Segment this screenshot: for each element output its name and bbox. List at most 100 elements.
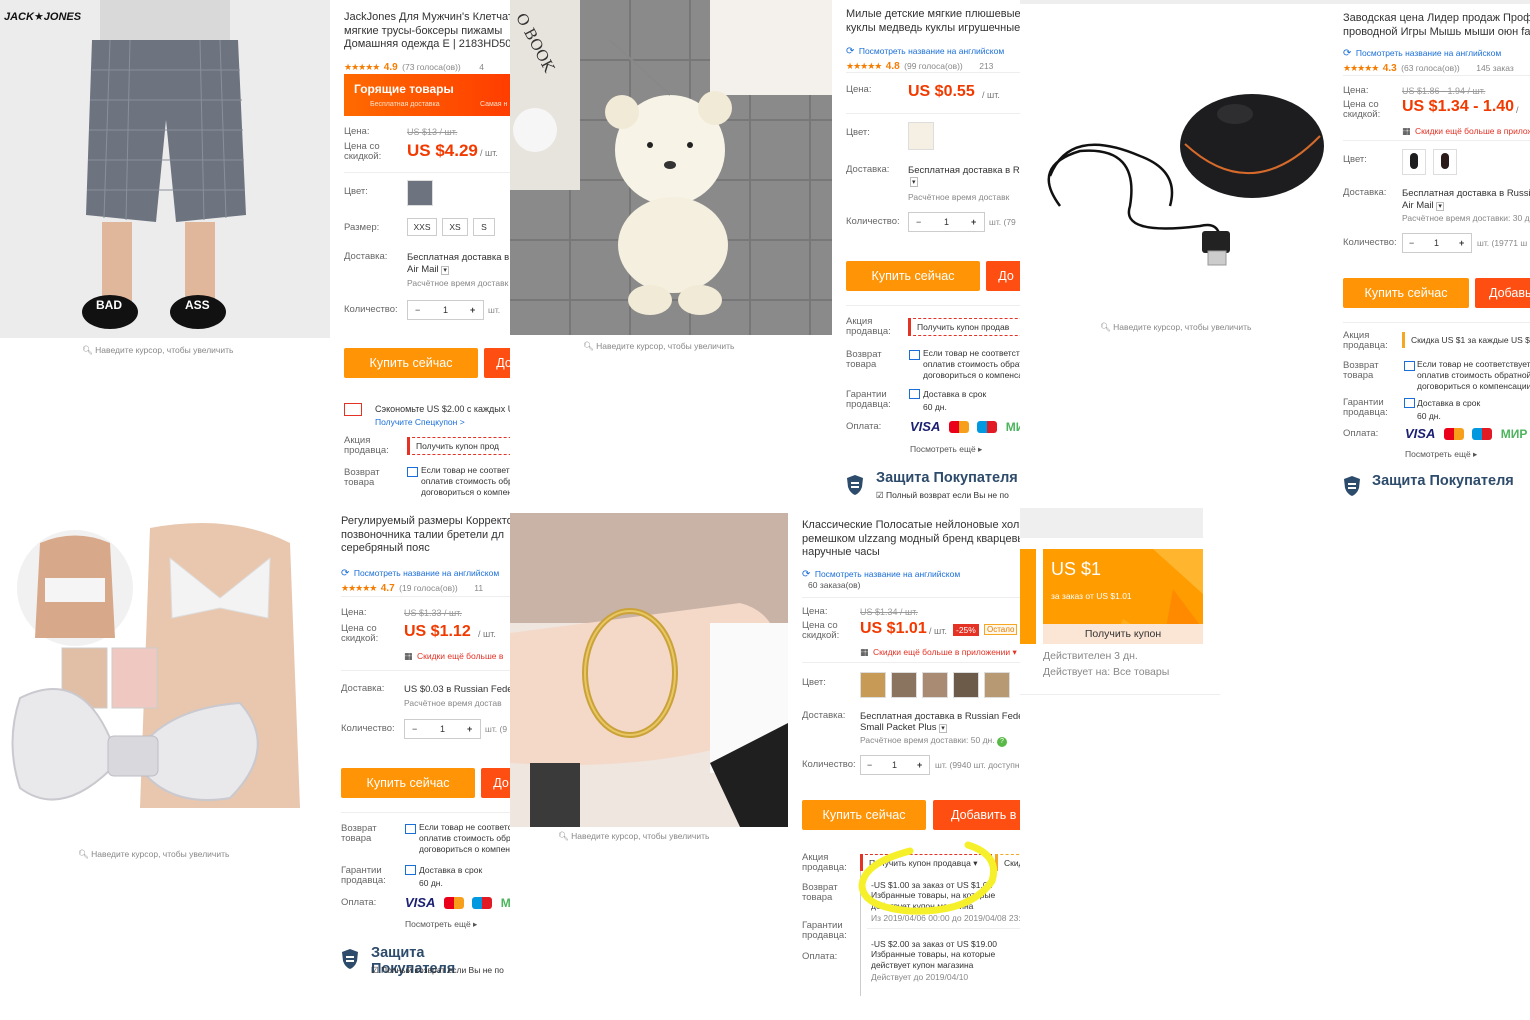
see-more-link[interactable]: Посмотреть ещё ▸ xyxy=(910,444,982,455)
plus-icon[interactable]: + xyxy=(971,213,976,231)
product-title[interactable]: Регулируемый размеры Корректо позвоночни… xyxy=(341,515,510,556)
quantity-stepper[interactable]: − 1 + xyxy=(404,719,481,739)
return-icon xyxy=(407,467,418,477)
seller-discount-badge[interactable]: Скидка US $1 за каждые US $5 xyxy=(1402,332,1530,348)
minus-icon[interactable]: − xyxy=(867,756,872,774)
minus-icon[interactable]: − xyxy=(412,720,417,738)
return-label: Возврат товара xyxy=(846,349,882,370)
buy-now-button[interactable]: Купить сейчас xyxy=(1343,278,1469,308)
qr-code-icon: ▦ xyxy=(404,651,413,661)
posture-corrector-photo xyxy=(0,508,328,830)
zoom-hint: 🔍︎ Наведите курсор, чтобы увеличить xyxy=(558,831,710,841)
divider xyxy=(867,928,1020,929)
color-label: Цвет: xyxy=(1343,154,1367,165)
add-to-cart-button[interactable]: До xyxy=(986,261,1020,291)
size-option-xxs[interactable]: XXS xyxy=(407,218,437,236)
qty-label: Количество: xyxy=(344,304,398,315)
product-title[interactable]: Заводская цена Лидер продаж Профес прово… xyxy=(1343,12,1530,39)
see-more-link[interactable]: Посмотреть ещё ▸ xyxy=(1405,449,1477,460)
color-option-3[interactable] xyxy=(922,672,948,698)
product-image[interactable]: JACK★JONES BAD ASS xyxy=(0,0,330,338)
qty-value[interactable]: 1 xyxy=(443,301,448,319)
product-image[interactable] xyxy=(1020,6,1332,306)
validity-text: Действителен 3 дн. xyxy=(1043,650,1138,662)
qty-value[interactable]: 1 xyxy=(1434,234,1439,252)
plus-icon[interactable]: + xyxy=(1459,234,1464,252)
brand-logo: JACK★JONES xyxy=(4,11,82,23)
votes-count[interactable]: (63 голоса(ов)) xyxy=(1401,63,1460,73)
star-icons: ★★★★★ xyxy=(1343,63,1379,73)
product-title[interactable]: Классические Полосатые нейлоновые холщо … xyxy=(802,519,1020,560)
return-text: Если товар не соответствует оплатив стои… xyxy=(1417,359,1530,391)
quantity-stepper[interactable]: − 1 + xyxy=(908,212,985,232)
quantity-stepper[interactable]: − 1 + xyxy=(407,300,484,320)
qty-value[interactable]: 1 xyxy=(944,213,949,231)
delivery-method[interactable]: Air Mail ▾ xyxy=(407,263,449,277)
add-to-cart-button[interactable]: До xyxy=(481,768,510,798)
old-price: US $13 / шт. xyxy=(407,127,458,137)
buy-now-button[interactable]: Купить сейчас xyxy=(344,348,478,378)
color-option-4[interactable] xyxy=(953,672,979,698)
votes-count[interactable]: (73 голоса(ов)) xyxy=(402,62,461,72)
color-option-2[interactable] xyxy=(891,672,917,698)
guarantee-text: Доставка в срок 60 дн. xyxy=(1417,398,1481,421)
return-text: Если товар не соответствует оплатив стои… xyxy=(421,465,510,497)
plus-icon[interactable]: + xyxy=(467,720,472,738)
color-option-red[interactable] xyxy=(1433,149,1457,175)
delivery-method[interactable]: Small Packet Plus ▾ xyxy=(860,721,947,735)
mastercard-icon xyxy=(1443,427,1464,440)
buy-now-button[interactable]: Купить сейчас xyxy=(846,261,980,291)
buy-now-button[interactable]: Купить сейчас xyxy=(341,768,475,798)
app-discount[interactable]: ▦ Скидки ещё больше в xyxy=(404,646,503,664)
old-price: US $1.34 / шт. xyxy=(860,607,918,617)
coupon-card[interactable]: US $1 за заказ от US $1.01 Получить купо… xyxy=(1043,549,1203,644)
color-option-1[interactable] xyxy=(860,672,886,698)
stock-text: шт. (79 xyxy=(989,217,1016,227)
size-option-s[interactable]: S xyxy=(473,218,495,236)
special-coupon-link[interactable]: Получите Спецкупон > xyxy=(375,417,465,427)
divider xyxy=(846,305,1020,306)
quantity-stepper[interactable]: − 1 + xyxy=(860,755,930,775)
color-label: Цвет: xyxy=(344,186,368,197)
app-discount[interactable]: ▦ Скидки ещё больше в приложении ▾ xyxy=(860,642,1017,660)
add-to-cart-button[interactable]: Добавить в к xyxy=(933,800,1020,830)
color-option-5[interactable] xyxy=(984,672,1010,698)
votes-count[interactable]: (19 голоса(ов)) xyxy=(399,583,458,593)
old-price: US $1.86 - 1.94 / шт. xyxy=(1402,86,1486,96)
quantity-stepper[interactable]: − 1 + xyxy=(1402,233,1472,253)
price-label: Цена: xyxy=(846,84,872,95)
color-option-black[interactable] xyxy=(1402,149,1426,175)
product-title[interactable]: Милые детские мягкие плюшевые куклы медв… xyxy=(846,8,1020,35)
orders-count: 11 xyxy=(474,583,484,593)
sandal-text-right: ASS xyxy=(185,298,210,312)
minus-icon[interactable]: − xyxy=(916,213,921,231)
get-coupon-button[interactable]: Получить купон xyxy=(1043,624,1203,644)
plus-icon[interactable]: + xyxy=(917,756,922,774)
product-title[interactable]: JackJones Для Мужчин's Клетчатые мягкие … xyxy=(344,11,510,52)
dropdown-icon[interactable]: ▾ xyxy=(910,177,918,187)
see-more-link[interactable]: Посмотреть ещё ▸ xyxy=(405,919,477,930)
get-coupon-button[interactable]: Получить купон прод xyxy=(407,437,510,455)
applies-text: Действует на: Все товары xyxy=(1043,666,1170,678)
buy-now-button[interactable]: Купить сейчас xyxy=(802,800,926,830)
minus-icon[interactable]: − xyxy=(1409,234,1414,252)
help-icon[interactable]: ? xyxy=(996,737,1007,747)
qty-value[interactable]: 1 xyxy=(892,756,897,774)
product-image[interactable] xyxy=(510,513,788,827)
payment-label: Оплата: xyxy=(341,897,377,908)
product-image[interactable] xyxy=(0,508,328,830)
minus-icon[interactable]: − xyxy=(415,301,420,319)
get-coupon-button[interactable]: Получить купон продав xyxy=(908,318,1020,336)
qty-value[interactable]: 1 xyxy=(440,720,445,738)
size-option-xs[interactable]: XS xyxy=(442,218,468,236)
add-to-cart-button[interactable]: До xyxy=(484,348,510,378)
plus-icon[interactable]: + xyxy=(470,301,475,319)
delivery-method[interactable]: Air Mail ▾ xyxy=(1402,199,1444,213)
hot-deals-banner[interactable]: Горящие товары Бесплатная доставка Самая… xyxy=(344,74,510,116)
add-to-cart-button[interactable]: Добавь xyxy=(1475,278,1530,308)
app-discount[interactable]: ▦ Скидки ещё больше в прилож xyxy=(1402,121,1530,139)
votes-count[interactable]: (99 голоса(ов)) xyxy=(904,61,963,71)
color-option-thumb[interactable] xyxy=(407,180,433,206)
product-image[interactable]: O BOOK xyxy=(510,0,832,335)
color-option-thumb[interactable] xyxy=(908,122,934,150)
